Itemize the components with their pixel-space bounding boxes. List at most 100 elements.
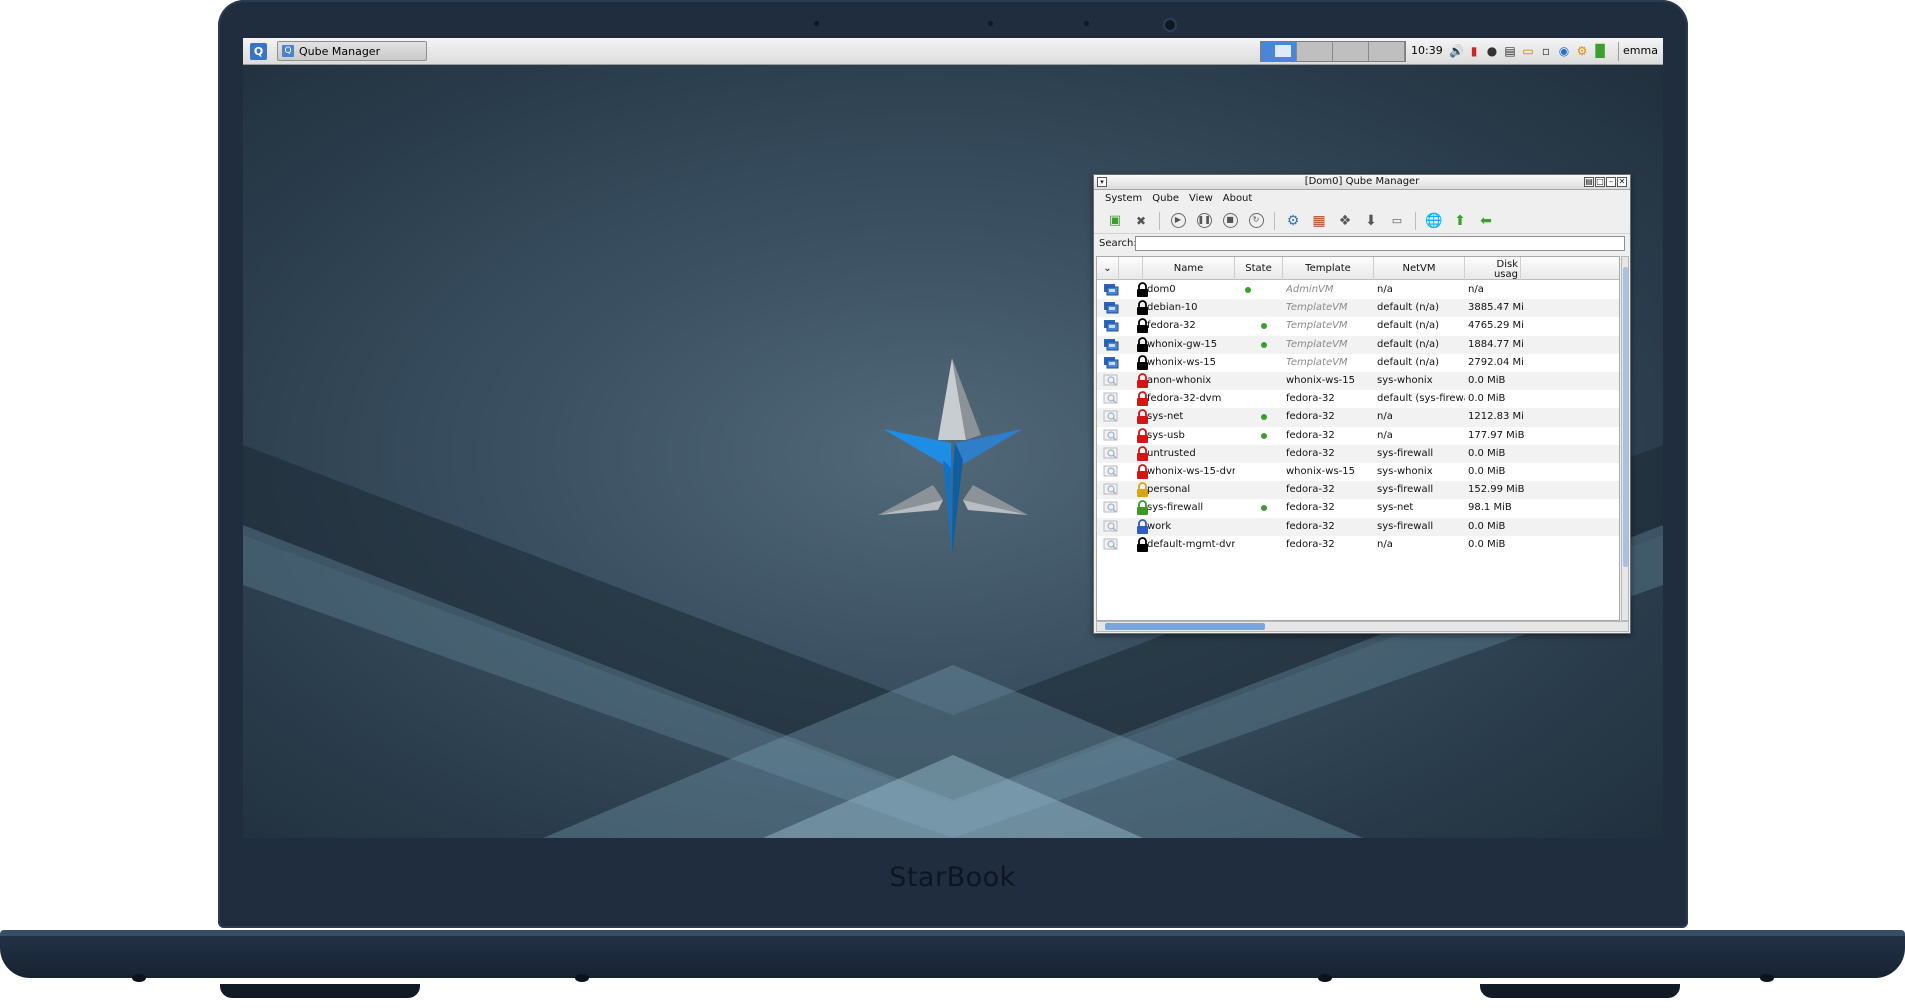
update-icon: ⬇ [1365,212,1377,229]
running-state-icon [1261,432,1267,439]
table-row[interactable]: anon-whonix whonix-ws-15 sys-whonix 0.0 MiB [1097,372,1619,391]
cell-name: sys-net [1147,411,1184,423]
clipboard-icon[interactable]: ▫ [1539,44,1553,59]
volume-icon[interactable]: 🔊 [1449,44,1464,59]
cell-template: TemplateVM [1286,320,1348,332]
cell-netvm: default (n/a) [1377,338,1440,350]
appvm-icon [1103,392,1118,404]
chevron-down-icon: ⌄ [1103,262,1112,274]
network-icon[interactable]: ▮ [1467,44,1481,59]
cell-netvm: n/a [1377,284,1393,295]
vertical-scrollbar[interactable] [1621,256,1629,621]
templatevm-icon [1104,338,1119,351]
horizontal-scrollbar[interactable] [1096,621,1629,632]
workspace-4[interactable] [1369,42,1405,61]
table-row[interactable]: debian-10 TemplateVM default (n/a) 3885.47 … [1097,299,1619,318]
table-row[interactable]: untrusted fedora-32 sys-firewall 0.0 MiB [1097,444,1619,463]
cell-disk-usage: 1212.83 MiB [1468,411,1524,423]
username[interactable]: emma [1623,44,1658,57]
disk-icon[interactable]: ▤ [1503,44,1517,59]
sticky-button[interactable]: ▤ [1584,177,1594,187]
remove-qube-button[interactable]: ✖ [1130,211,1152,231]
cell-netvm: n/a [1377,429,1393,441]
table-row[interactable]: default-mgmt-dvm fedora-32 n/a 0.0 MiB [1097,536,1619,554]
menu-qube[interactable]: Qube [1147,191,1184,208]
restart-qube-button[interactable]: ↻ [1245,211,1267,231]
cell-netvm: default (n/a) [1377,302,1440,314]
table-row[interactable]: whonix-ws-15-dvm whonix-ws-15 sys-whonix 0.… [1097,463,1619,481]
sensor-dot [1084,21,1089,26]
minimize-button[interactable]: – [1606,177,1616,187]
cell-name: default-mgmt-dvm [1147,538,1235,550]
header-label-column[interactable] [1119,257,1143,280]
update-button[interactable]: ⬇ [1360,211,1382,231]
laptop-screw [1760,974,1774,982]
workspace-1[interactable] [1261,42,1297,61]
cell-disk-usage: n/a [1468,284,1484,295]
horizontal-scrollbar-thumb[interactable] [1105,623,1265,630]
global-settings-button[interactable]: 🌐 [1423,211,1445,231]
create-qube-button[interactable]: ▣ [1104,211,1126,231]
header-state[interactable]: State [1235,257,1283,280]
lock-icon[interactable]: ● [1485,44,1499,59]
table-row[interactable]: whonix-gw-15 TemplateVM default (n/a) 1884.… [1097,335,1619,354]
maximize-button[interactable]: □ [1595,177,1605,187]
laptop-base-edge [0,930,1905,936]
clock[interactable]: 10:39 [1411,44,1443,57]
devices-icon[interactable]: ⚙ [1575,44,1589,59]
applications-button[interactable]: ❖ [1334,211,1356,231]
cell-netvm: n/a [1377,538,1393,550]
search-input[interactable] [1135,236,1625,251]
backup-button[interactable]: ⬆ [1449,211,1471,231]
table-row[interactable]: sys-usb fedora-32 n/a 177.97 MiB [1097,427,1619,445]
header-name[interactable]: Name [1143,257,1235,280]
table-row[interactable]: whonix-ws-15 TemplateVM default (n/a) 2792.… [1097,354,1619,372]
header-disk-usage[interactable]: Disk usag [1465,257,1521,280]
start-qube-button[interactable]: ▶ [1167,211,1189,231]
table-row[interactable]: fedora-32 TemplateVM default (n/a) 4765.29 … [1097,317,1619,335]
firewall-button[interactable]: ▦ [1308,211,1330,231]
menu-about[interactable]: About [1218,191,1258,208]
table-row[interactable]: fedora-32-dvm fedora-32 default (sys-firew… [1097,390,1619,408]
vertical-scrollbar-thumb[interactable] [1623,267,1628,567]
workspace-pager[interactable] [1260,41,1406,62]
play-icon: ▶ [1170,213,1186,228]
close-button[interactable]: ✕ [1617,177,1627,187]
start-menu-button[interactable]: Q [250,43,267,60]
add-qube-icon: ▣ [1108,213,1122,228]
header-netvm[interactable]: NetVM [1374,257,1465,280]
cell-template: fedora-32 [1286,393,1335,405]
workspace-3[interactable] [1333,42,1369,61]
table-row[interactable]: sys-net fedora-32 n/a 1212.83 MiB [1097,408,1619,427]
settings-icon[interactable]: █ [1593,44,1607,59]
terminal-button[interactable]: ▭ [1386,211,1408,231]
settings-button[interactable]: ⚙ [1282,211,1304,231]
applications-icon: ❖ [1338,212,1352,229]
cell-netvm: sys-whonix [1377,375,1433,386]
restore-button[interactable]: ⬅ [1475,211,1497,231]
header-template[interactable]: Template [1283,257,1374,280]
desktop-screen: Q Q Qube Manager 10:39 🔊 ▮ ● ▤ ▭ ▫ ◉ ⚙ █… [243,38,1663,838]
table-row[interactable]: sys-firewall fedora-32 sys-net 98.1 MiB [1097,499,1619,517]
cell-template: fedora-32 [1286,538,1335,550]
menu-view[interactable]: View [1184,191,1218,208]
table-row[interactable]: dom0 AdminVM n/a n/a [1097,281,1619,299]
workspace-2[interactable] [1297,42,1333,61]
appvm-icon [1103,465,1118,477]
table-row[interactable]: personal fedora-32 sys-firewall 152.99 MiB [1097,481,1619,500]
display-icon[interactable]: ▭ [1521,44,1535,59]
cell-netvm: default (n/a) [1377,356,1440,368]
column-toggle-button[interactable]: ⌄ [1097,257,1119,280]
adminvm-icon [1104,284,1119,296]
search-label: Search: [1099,238,1137,249]
menu-system[interactable]: System [1100,191,1147,208]
shutdown-qube-button[interactable]: ■ [1219,211,1241,231]
menu-bar: System Qube View About [1094,191,1630,208]
taskbar-window-entry[interactable]: Q Qube Manager [277,41,427,61]
qubes-updater-icon[interactable]: ◉ [1557,44,1571,59]
window-titlebar[interactable]: ▾ [Dom0] Qube Manager ▤ □ – ✕ [1094,175,1630,190]
pause-qube-button[interactable]: ❚❚ [1193,211,1215,231]
taskbar: Q Q Qube Manager 10:39 🔊 ▮ ● ▤ ▭ ▫ ◉ ⚙ █… [243,38,1663,65]
table-row[interactable]: work fedora-32 sys-firewall 0.0 MiB [1097,517,1619,536]
cell-template: fedora-32 [1286,484,1335,496]
